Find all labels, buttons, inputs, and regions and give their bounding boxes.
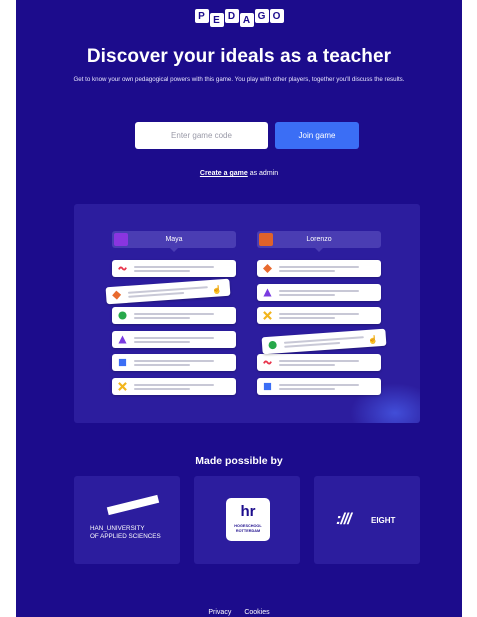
- card-line: [134, 341, 190, 343]
- card-line: [134, 384, 214, 386]
- cross-icon: [263, 311, 272, 320]
- value-card: [112, 378, 236, 395]
- card-line: [279, 294, 335, 296]
- logo-letter: P: [194, 9, 209, 23]
- value-card: [257, 378, 381, 395]
- game-code-input[interactable]: [135, 122, 268, 149]
- card-line: [134, 388, 190, 390]
- diamond-icon: [112, 290, 122, 300]
- value-card: [257, 354, 381, 371]
- player-column-maya: Maya: [112, 231, 236, 252]
- logo-letter: O: [269, 9, 284, 23]
- han-logo-text: HAN_UNIVERSITY OF APPLIED SCIENCES: [90, 525, 161, 541]
- hr-logo-mark: hr: [240, 503, 256, 520]
- triangle-icon: [118, 335, 127, 344]
- card-line: [134, 317, 190, 319]
- card-line: [279, 266, 359, 268]
- card-line: [279, 360, 359, 362]
- avatar: [259, 233, 273, 246]
- hr-logo-text: HOGESCHOOL ROTTERDAM: [226, 524, 270, 534]
- avatar: [114, 233, 128, 246]
- create-game-line: Create a game as admin: [16, 170, 462, 177]
- player-name: Lorenzo: [306, 236, 332, 243]
- logo-letter: G: [254, 9, 269, 23]
- card-line: [134, 364, 190, 366]
- hr-logo: hr HOGESCHOOL ROTTERDAM: [226, 498, 270, 541]
- card-line: [279, 313, 359, 315]
- value-card: [112, 354, 236, 371]
- squiggle-icon: [263, 360, 272, 365]
- hand-cursor-icon: ☝: [211, 285, 223, 295]
- square-icon: [118, 358, 127, 367]
- join-game-button[interactable]: Join game: [275, 122, 359, 149]
- hand-cursor-icon: ☝: [367, 335, 379, 345]
- triangle-icon: [263, 288, 272, 297]
- partners-heading: Made possible by: [195, 455, 283, 467]
- create-game-suffix: as admin: [247, 170, 279, 177]
- card-line: [279, 384, 359, 386]
- landing-page: P E D A G O Discover your ideals as a te…: [16, 0, 462, 617]
- value-card: [112, 260, 236, 277]
- value-card-dragging: ☝: [261, 328, 387, 355]
- card-line: [279, 290, 359, 292]
- card-line: [134, 266, 214, 268]
- logo-letter: D: [224, 9, 239, 23]
- partner-han[interactable]: HAN_UNIVERSITY OF APPLIED SCIENCES: [74, 476, 180, 564]
- card-line: [279, 388, 335, 390]
- footer: Privacy Cookies: [16, 609, 462, 616]
- player-name: Maya: [165, 236, 183, 243]
- logo-letter: A: [239, 13, 254, 27]
- card-line: [134, 313, 214, 315]
- partner-eight[interactable]: :/// EIGHT: [314, 476, 420, 564]
- hr-line-2: ROTTERDAM: [235, 529, 261, 533]
- cross-icon: [118, 382, 127, 391]
- cookies-link[interactable]: Cookies: [244, 609, 269, 616]
- player-header: Lorenzo: [257, 231, 381, 252]
- han-line-2: OF APPLIED SCIENCES: [90, 533, 161, 540]
- value-card: [257, 260, 381, 277]
- pedago-logo: P E D A G O: [16, 9, 462, 27]
- circle-icon: [268, 341, 277, 350]
- card-line: [279, 270, 335, 272]
- card-line: [279, 364, 335, 366]
- value-card: [257, 284, 381, 301]
- player-header: Maya: [112, 231, 236, 252]
- value-card: [112, 307, 236, 324]
- square-icon: [263, 382, 272, 391]
- squiggle-icon: [118, 266, 127, 271]
- card-line: [134, 270, 190, 272]
- card-line: [134, 360, 214, 362]
- privacy-link[interactable]: Privacy: [208, 609, 231, 616]
- value-card: [112, 331, 236, 348]
- eight-logo-mark: :///: [336, 511, 352, 528]
- eight-logo-name: EIGHT: [371, 516, 396, 525]
- han-line-1: HAN_UNIVERSITY: [90, 525, 145, 532]
- page-title: Discover your ideals as a teacher: [86, 46, 392, 67]
- circle-icon: [118, 311, 127, 320]
- create-game-link[interactable]: Create a game: [200, 170, 248, 177]
- card-line: [279, 317, 335, 319]
- player-column-lorenzo: Lorenzo: [257, 231, 381, 252]
- game-illustration: Maya ☝ Lorenzo ☝: [74, 204, 420, 423]
- card-line: [134, 337, 214, 339]
- han-logo-bar: [106, 494, 160, 516]
- diamond-icon: [263, 264, 272, 273]
- partner-hogeschool-rotterdam[interactable]: hr HOGESCHOOL ROTTERDAM: [194, 476, 300, 564]
- value-card-dragging: ☝: [105, 278, 231, 305]
- logo-letter: E: [209, 13, 224, 27]
- page-subtitle: Get to know your own pedagogical powers …: [73, 76, 405, 83]
- value-card: [257, 307, 381, 324]
